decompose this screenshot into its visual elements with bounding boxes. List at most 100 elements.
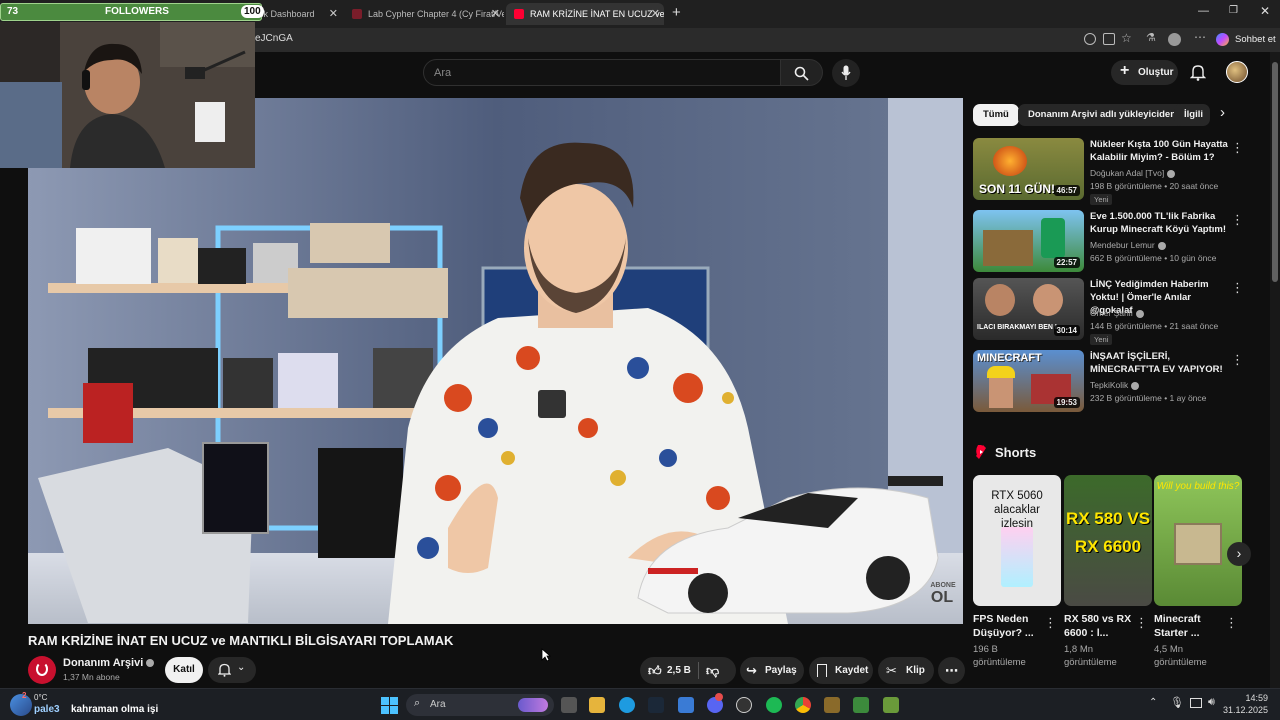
url-text[interactable]: eJCnGA <box>255 33 293 44</box>
followers-label: FOLLOWERS <box>105 6 169 17</box>
video-player[interactable]: ABONE OL <box>28 98 963 624</box>
taskbar-search[interactable]: ⌕ Ara <box>406 694 554 716</box>
save-button[interactable]: Kaydet <box>809 657 873 684</box>
short-title[interactable]: RX 580 vs RX 6600 : l... <box>1064 612 1146 640</box>
steam-icon[interactable] <box>648 697 664 713</box>
file-explorer-icon[interactable] <box>589 697 605 713</box>
video-title[interactable]: Eve 1.500.000 TL'lik Fabrika Kurup Minec… <box>1090 210 1230 236</box>
translate-icon[interactable] <box>1084 33 1096 45</box>
favorite-star-icon[interactable]: ☆ <box>1121 31 1132 45</box>
more-options-icon[interactable]: ⋮ <box>1231 280 1244 296</box>
short-thumbnail[interactable]: RTX 5060 alacaklar izlesin <box>973 475 1061 606</box>
clock-date[interactable]: 31.12.2025 <box>1222 705 1268 715</box>
video-thumbnail[interactable]: MINECRAFT 19:53 <box>973 350 1084 412</box>
minimize-icon[interactable]: — <box>1198 5 1209 17</box>
tab-lab-cypher[interactable]: Lab Cypher Chapter 4 (Cy Firat/Ve ✕ <box>344 3 504 25</box>
join-button[interactable]: Katıl <box>165 657 203 683</box>
share-button[interactable]: ↪ Paylaş <box>740 657 804 684</box>
like-count[interactable]: 2,5 B <box>667 657 691 684</box>
short-title[interactable]: FPS Neden Düşüyor? ... <box>973 612 1055 640</box>
verified-icon <box>1167 169 1176 178</box>
edge-browser-icon[interactable] <box>619 697 635 713</box>
short-title[interactable]: Minecraft Starter ... <box>1154 612 1236 640</box>
chrome-icon[interactable] <box>795 697 811 713</box>
more-menu-icon[interactable]: ⋯ <box>1194 30 1206 44</box>
recommendation-item[interactable]: SON 11 GÜN! 46:57 Nükleer Kışta 100 Gün … <box>973 138 1263 205</box>
close-tab-icon[interactable]: ✕ <box>651 3 660 25</box>
recommendation-item[interactable]: MINECRAFT 19:53 İNŞAAT İŞÇİLERİ, MİNECRA… <box>973 350 1263 414</box>
chat-button[interactable]: Sohbet et <box>1235 34 1276 45</box>
close-window-icon[interactable]: ✕ <box>1260 4 1270 18</box>
minecraft-icon[interactable] <box>853 697 869 713</box>
volume-icon[interactable]: 🔊︎ <box>1208 696 1215 709</box>
more-options-icon[interactable]: ⋮ <box>1225 615 1238 631</box>
clock-time[interactable]: 14:59 <box>1222 693 1268 703</box>
tab-youtube-video[interactable]: RAM KRİZİNE İNAT EN UCUZ ve M ✕ <box>506 3 664 25</box>
account-avatar[interactable] <box>1226 61 1248 83</box>
more-options-icon[interactable]: ⋮ <box>1044 615 1057 631</box>
new-tab-icon[interactable]: + <box>672 4 681 21</box>
spotify-icon[interactable] <box>766 697 782 713</box>
recommendation-item[interactable]: İLACI BIRAKMAYI BEN İS 30:14 LİNÇ Yediği… <box>973 278 1263 345</box>
page-scrollbar[interactable] <box>1270 52 1280 688</box>
app-icon[interactable] <box>678 697 694 713</box>
more-options-icon[interactable]: ⋮ <box>1231 212 1244 228</box>
channel-name[interactable]: Donanım Arşivi <box>63 657 155 669</box>
channel-avatar[interactable] <box>28 656 56 684</box>
channel-name[interactable]: TepkiKolik <box>1090 380 1140 390</box>
video-thumbnail[interactable]: SON 11 GÜN! 46:57 <box>973 138 1084 200</box>
recommendation-item[interactable]: 22:57 Eve 1.500.000 TL'lik Fabrika Kurup… <box>973 210 1263 274</box>
thumb-text: MINECRAFT <box>977 352 1042 364</box>
network-icon[interactable] <box>1190 698 1202 708</box>
video-title[interactable]: Nükleer Kışta 100 Gün Hayatta Kalabilir … <box>1090 138 1230 164</box>
extensions-icon[interactable]: ⚗ <box>1146 31 1156 44</box>
profile-avatar[interactable] <box>1168 33 1181 46</box>
chip-related[interactable]: İlgili <box>1174 104 1210 126</box>
close-tab-icon[interactable]: ✕ <box>329 3 338 25</box>
video-thumbnail[interactable]: 22:57 <box>973 210 1084 272</box>
channel-name[interactable]: Doğukan Adal [Tvo] <box>1090 168 1176 178</box>
short-thumbnail[interactable]: RX 580 VS RX 6600 <box>1064 475 1152 606</box>
video-meta: 662 B görüntüleme • 10 gün önce <box>1090 253 1217 263</box>
app-install-icon[interactable] <box>1103 33 1115 45</box>
chevron-right-icon[interactable]: › <box>1220 104 1225 121</box>
channel-name[interactable]: Mendebur Lemur <box>1090 240 1166 250</box>
scrollbar-thumb[interactable] <box>1272 62 1278 282</box>
windows-start-icon[interactable] <box>381 697 398 714</box>
like-icon[interactable]: 👍︎ <box>648 657 662 684</box>
notification-dot <box>715 693 723 701</box>
more-options-icon[interactable]: ⋮ <box>1135 615 1148 631</box>
subscriber-count: 1,37 Mn abone <box>63 672 120 682</box>
more-actions-button[interactable]: ⋯ <box>938 657 965 684</box>
chip-all[interactable]: Tümü <box>973 104 1019 126</box>
short-thumbnail[interactable]: Will you build this? <box>1154 475 1242 606</box>
search-input[interactable]: Ara <box>423 59 781 86</box>
more-options-icon[interactable]: ⋮ <box>1231 140 1244 156</box>
search-button[interactable] <box>781 59 823 86</box>
voice-search-button[interactable] <box>832 59 860 87</box>
windows-taskbar: 2 0°C pale3 kahraman olma işi ⌕ Ara ⌃ 🎙︎… <box>0 688 1280 720</box>
more-options-icon[interactable]: ⋮ <box>1231 352 1244 368</box>
channel-name[interactable]: Ömer Şanlı <box>1090 308 1144 318</box>
video-thumbnail[interactable]: İLACI BIRAKMAYI BEN İS 30:14 <box>973 278 1084 340</box>
app-icon[interactable] <box>824 697 840 713</box>
notifications-bell-icon[interactable] <box>1190 64 1206 81</box>
person-face-image <box>1033 284 1063 316</box>
microphone-icon[interactable]: 🎙︎ <box>1170 696 1184 709</box>
minecraft-launcher-icon[interactable] <box>883 697 899 713</box>
close-tab-icon[interactable]: ✕ <box>491 3 500 25</box>
dislike-icon[interactable]: 👎︎ <box>706 657 719 684</box>
subscribed-notifications-button[interactable]: ⌄ <box>208 657 256 683</box>
task-view-icon[interactable] <box>561 697 577 713</box>
bell-icon <box>218 663 231 677</box>
chip-uploader[interactable]: Donanım Arşivi adlı yükleyiciden <box>1018 104 1187 126</box>
video-title[interactable]: İNŞAAT İŞÇİLERİ, MİNECRAFT'TA EV YAPIYOR… <box>1090 350 1230 376</box>
shorts-next-button[interactable]: › <box>1227 542 1251 566</box>
mouse-cursor-icon <box>541 648 551 662</box>
restore-icon[interactable]: ❐ <box>1229 5 1238 16</box>
obs-icon[interactable] <box>736 697 752 713</box>
create-button[interactable]: + Oluştur <box>1111 60 1178 85</box>
copilot-icon[interactable] <box>1216 33 1229 46</box>
clip-button[interactable]: ✂ Klip <box>878 657 934 684</box>
chevron-up-icon[interactable]: ⌃ <box>1149 697 1157 708</box>
